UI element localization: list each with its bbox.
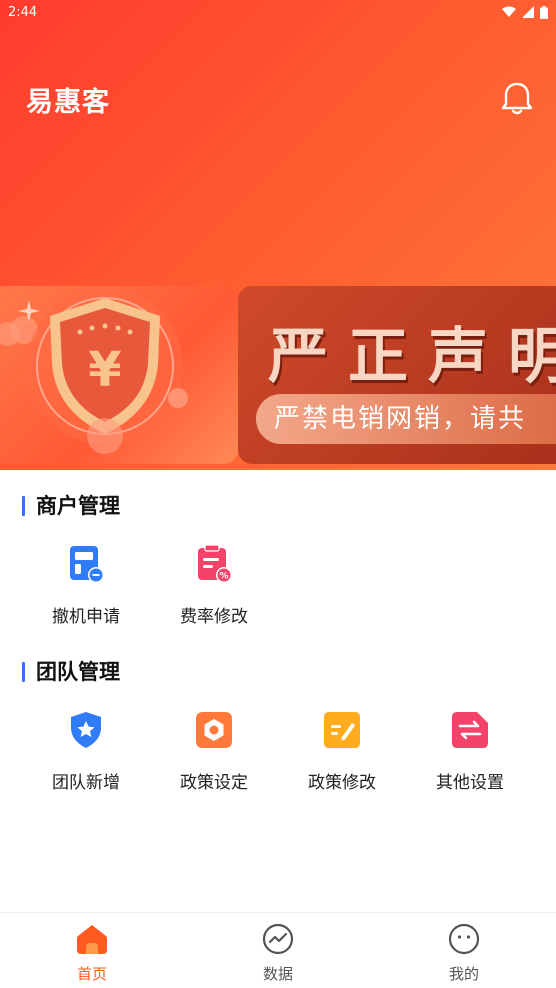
hexagon-settings-icon	[196, 712, 232, 748]
wifi-icon	[502, 6, 516, 17]
tile-label: 其他设置	[436, 773, 504, 793]
tile-label: 撤机申请	[52, 607, 120, 627]
shield-yen-icon: ¥	[27, 288, 188, 454]
status-icons	[502, 5, 548, 19]
section-title-merchant: 商户管理	[22, 493, 120, 519]
svg-text:%: %	[219, 572, 228, 582]
chart-circle-icon	[262, 923, 294, 955]
app-title: 易惠客	[26, 87, 110, 118]
banner-slide-shield[interactable]: ¥	[0, 286, 238, 464]
tile-label: 费率修改	[180, 607, 248, 627]
status-bar: 2:44	[0, 0, 556, 24]
tile-label: 政策设定	[180, 773, 248, 793]
nav-label: 首页	[76, 965, 107, 983]
nav-item-home[interactable]: 首页	[32, 913, 152, 988]
face-circle-icon	[448, 923, 480, 955]
calculator-icon	[70, 546, 104, 583]
banner-heading: 严正声明	[268, 322, 556, 392]
home-icon	[77, 925, 107, 954]
tile-policy-set[interactable]: 政策设定	[150, 710, 278, 800]
edit-doc-icon	[324, 712, 360, 748]
tile-other-settings[interactable]: 其他设置	[406, 710, 534, 800]
nav-item-mine[interactable]: 我的	[404, 913, 524, 988]
banner-slide-statement[interactable]: 严正声明 严禁电销网销，请共	[238, 286, 556, 464]
tile-team-add[interactable]: 团队新增	[22, 710, 150, 800]
shield-star-icon	[71, 712, 101, 748]
tile-rate-modify[interactable]: % 费率修改	[150, 544, 278, 634]
nav-item-data[interactable]: 数据	[218, 913, 338, 988]
clipboard-percent-icon: %	[198, 544, 232, 583]
bell-icon[interactable]	[500, 80, 534, 116]
section-title-team: 团队管理	[22, 659, 120, 685]
nav-label: 数据	[262, 965, 293, 983]
tile-withdraw-request[interactable]: 撤机申请	[22, 544, 150, 634]
coin-symbol: ¥	[88, 342, 121, 398]
nav-label: 我的	[448, 965, 479, 983]
bottom-nav: 首页 数据 我的	[0, 912, 556, 988]
banner-carousel[interactable]: ¥ 严正声明 严禁电销网销，请共	[0, 286, 556, 466]
tile-policy-modify[interactable]: 政策修改	[278, 710, 406, 800]
swap-doc-icon	[452, 712, 488, 748]
signal-icon	[522, 6, 534, 18]
tile-label: 政策修改	[308, 773, 376, 793]
banner-subtext: 严禁电销网销，请共	[256, 394, 556, 444]
hero-header: 2:44 易惠客 ¥ 严正声明 严禁电销网销，请共	[0, 0, 556, 470]
battery-icon	[540, 5, 548, 19]
tile-label: 团队新增	[52, 773, 120, 793]
status-time: 2:44	[8, 4, 38, 20]
